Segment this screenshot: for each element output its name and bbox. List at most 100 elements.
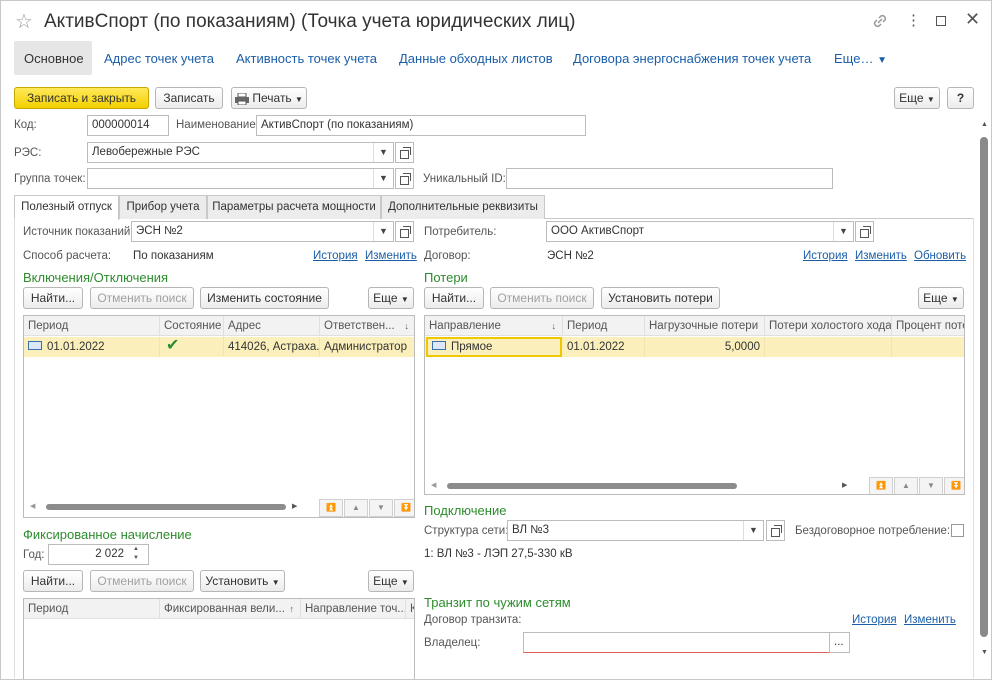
update-link[interactable]: Обновить [914,250,966,262]
tab-extra-attributes[interactable]: Дополнительные реквизиты [381,195,545,219]
fixed-table[interactable]: Период Фиксированная вели... ↑ Направлени… [23,598,415,679]
uid-field[interactable] [506,168,833,189]
open-consumer-icon[interactable] [855,221,874,242]
losses-table[interactable]: Направление ↓ Период Нагрузочные потери П… [424,315,965,495]
column-header[interactable]: Направление ↓ [425,316,563,336]
close-icon[interactable]: ✕ [965,9,980,30]
year-stepper-icon[interactable]: ▲ ▼ [133,545,139,563]
open-group-icon[interactable] [395,168,414,189]
maximize-icon[interactable] [936,16,946,26]
open-source-icon[interactable] [395,221,414,242]
column-header[interactable]: Фиксированная вели... ↑ [160,599,301,619]
nav-tab-more[interactable]: Еще… ▼ [834,51,887,66]
res-field[interactable]: Левобережные РЭС ▼ [87,142,394,163]
nav-tab-contracts[interactable]: Договора энергоснабжения точек учета [573,51,811,66]
column-header[interactable]: Направление точ... [301,599,406,619]
consumer-field[interactable]: ООО АктивСпорт ▼ [546,221,854,242]
save-close-button[interactable]: Записать и закрыть [14,87,149,109]
save-button[interactable]: Записать [155,87,223,109]
scroll-right-icon[interactable]: ▶ [842,481,847,489]
change-link[interactable]: Изменить [904,614,956,626]
prev-row-icon[interactable]: ▲ [344,499,368,517]
column-header[interactable]: К [406,599,414,619]
transit-contract-label: Договор транзита: [424,614,522,626]
network-field[interactable]: ВЛ №3 ▼ [507,520,764,541]
group-field[interactable]: ▼ [87,168,394,189]
change-link[interactable]: Изменить [855,250,907,262]
column-header[interactable]: Период [24,599,160,619]
tab-meter[interactable]: Прибор учета [119,195,207,219]
find-button[interactable]: Найти... [23,287,83,309]
period-icon [432,341,446,351]
more-button[interactable]: Еще ▼ [368,570,414,592]
last-row-icon[interactable]: ⏬ [394,499,414,517]
next-row-icon[interactable]: ▼ [369,499,393,517]
column-header[interactable]: Состояние [160,316,224,336]
tab-power-params[interactable]: Параметры расчета мощности [207,195,381,219]
history-link[interactable]: История [803,250,848,262]
open-network-icon[interactable] [766,520,785,541]
column-header[interactable]: Нагрузочные потери [645,316,765,336]
owner-select-button[interactable]: ... [829,632,850,653]
nav-tab-sheets[interactable]: Данные обходных листов [399,51,553,66]
cancel-search-button[interactable]: Отменить поиск [90,570,194,592]
last-row-icon[interactable]: ⏬ [944,477,964,494]
vertical-scrollbar[interactable] [980,137,988,637]
column-header[interactable]: Процент поте [892,316,964,336]
kod-field[interactable]: 000000014 [87,115,169,136]
next-row-icon[interactable]: ▼ [919,477,943,494]
prev-row-icon[interactable]: ▲ [894,477,918,494]
table-cell[interactable]: Прямое [426,337,562,357]
nav-tab-address[interactable]: Адрес точек учета [104,51,214,66]
history-link[interactable]: История [852,614,897,626]
scroll-left-icon[interactable]: ◀ [431,481,436,489]
column-header[interactable]: Адрес [224,316,320,336]
print-button[interactable]: Печать ▼ [231,87,307,109]
cancel-search-button[interactable]: Отменить поиск [90,287,194,309]
nav-tab-main[interactable]: Основное [14,41,92,75]
switch-table[interactable]: Период Состояние Адрес Ответствен... ↓ 01… [23,315,415,518]
scroll-down-icon[interactable]: ▼ [981,649,988,656]
more-button[interactable]: Еще ▼ [368,287,414,309]
owner-field[interactable] [523,632,830,653]
column-header[interactable]: Потери холостого хода [765,316,892,336]
res-label: РЭС: [14,147,42,159]
column-header[interactable]: Ответствен... ↓ [320,316,414,336]
scroll-up-icon[interactable]: ▲ [981,121,988,128]
panel-right-border [973,218,974,678]
column-header[interactable]: Период [563,316,645,336]
table-cell: 414026, Астраха... [224,337,320,357]
change-link[interactable]: Изменить [365,250,417,262]
more-button[interactable]: Еще ▼ [918,287,964,309]
uid-label: Уникальный ID: [423,173,506,185]
favorite-star-icon[interactable]: ☆ [15,9,33,34]
horizontal-scrollbar[interactable] [46,504,286,510]
scroll-left-icon[interactable]: ◀ [30,502,35,510]
link-icon[interactable] [871,12,889,30]
set-losses-button[interactable]: Установить потери [601,287,720,309]
scroll-right-icon[interactable]: ▶ [292,502,297,510]
name-field[interactable]: АктивСпорт (по показаниям) [256,115,586,136]
history-link[interactable]: История [313,250,358,262]
horizontal-scrollbar[interactable] [447,483,737,489]
noncontract-checkbox[interactable] [951,524,964,537]
help-button[interactable]: ? [947,87,974,109]
more-menu-icon[interactable]: ⋮ [906,11,921,29]
tab-useful-supply[interactable]: Полезный отпуск [14,195,119,220]
kod-label: Код: [14,119,37,131]
nav-tab-activity[interactable]: Активность точек учета [236,51,377,66]
change-state-button[interactable]: Изменить состояние [200,287,329,309]
printer-icon [235,92,250,106]
more-button[interactable]: Еще ▼ [894,87,940,109]
open-res-icon[interactable] [395,142,414,163]
column-header[interactable]: Период [24,316,160,336]
find-button[interactable]: Найти... [23,570,83,592]
cancel-search-button[interactable]: Отменить поиск [490,287,594,309]
set-button[interactable]: Установить ▼ [200,570,285,592]
table-cell: Администратор [320,337,414,357]
source-field[interactable]: ЭСН №2 ▼ [131,221,394,242]
find-button[interactable]: Найти... [424,287,484,309]
first-row-icon[interactable]: ⏫ [319,499,343,517]
dropdown-icon: ▼ [373,169,393,188]
first-row-icon[interactable]: ⏫ [869,477,893,494]
